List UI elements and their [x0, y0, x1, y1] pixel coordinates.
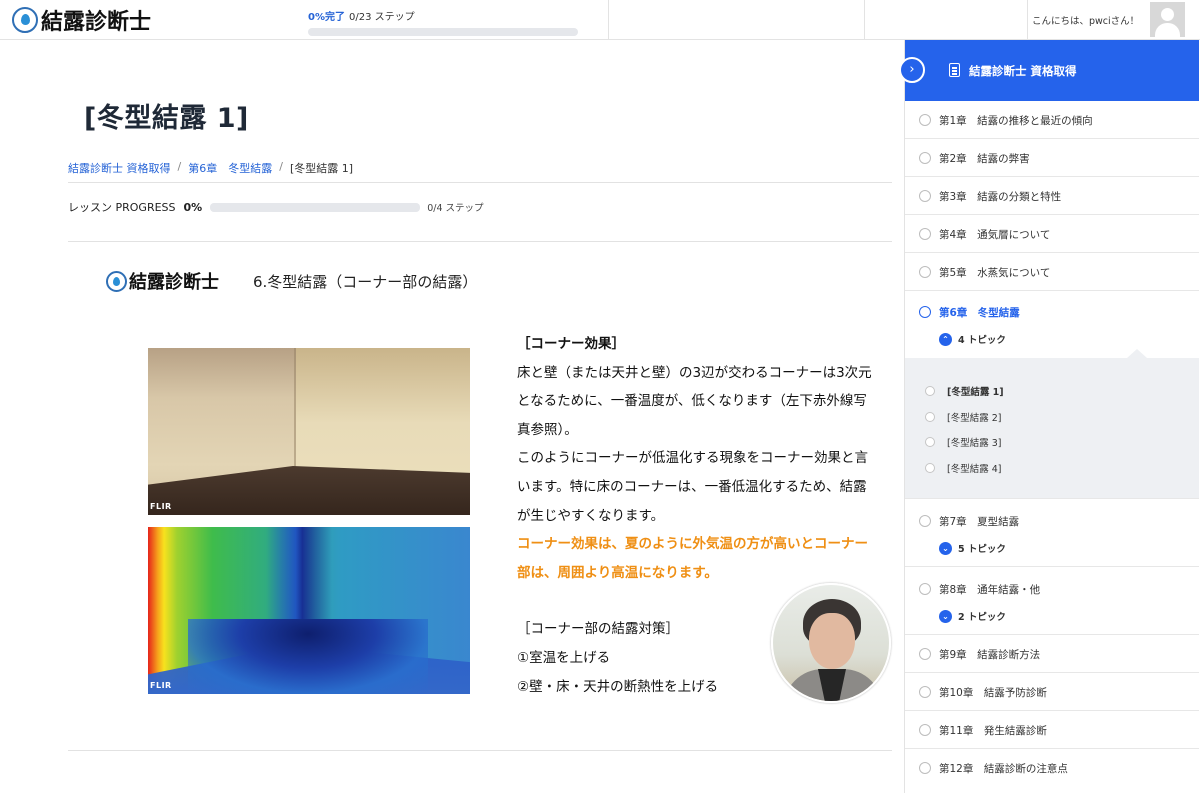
- chapter-status-circle-icon: [919, 152, 931, 164]
- divider: [68, 182, 892, 183]
- slide-paragraph: このようにコーナーが低温化する現象をコーナー効果と言います。特に床のコーナーは、…: [517, 450, 868, 524]
- chapter-status-circle-icon: [919, 724, 931, 736]
- lesson-progress: レッスン PROGRESS 0% 0/4 ステップ: [68, 199, 484, 215]
- sidebar-chapter-11[interactable]: 第11章 発生結露診断: [905, 711, 1199, 749]
- header-divider: [1027, 0, 1028, 40]
- breadcrumb-current: [冬型結露 1]: [289, 162, 354, 175]
- sidebar-header: › 結露診断士 資格取得: [899, 40, 1199, 101]
- sidebar-chapter-4[interactable]: 第4章 通気層について: [905, 215, 1199, 253]
- flir-watermark: FLIR: [150, 502, 172, 511]
- topic-status-circle-icon: [925, 437, 935, 447]
- user-greeting: こんにちは、pwciさん！: [1032, 16, 1140, 27]
- course-progress: 0%完了 0/23 ステップ: [308, 8, 580, 36]
- user-avatar[interactable]: [1150, 2, 1185, 37]
- sidebar-chapter-9[interactable]: 第9章 結露診断方法: [905, 635, 1199, 673]
- divider: [68, 750, 892, 751]
- presenter-video-bubble[interactable]: [771, 583, 891, 703]
- topic-list: [冬型結露 1] [冬型結露 2] [冬型結露 3] [冬型結露 4]: [905, 349, 1199, 498]
- divider: [68, 241, 892, 242]
- logo-text: 結露診断士: [41, 10, 152, 35]
- chapter-status-circle-icon: [919, 686, 931, 698]
- sidebar-chapter-12[interactable]: 第12章 結露診断の注意点: [905, 749, 1199, 787]
- sidebar-chapter-7[interactable]: 第7章 夏型結露 ⌄ 5 トピック: [905, 499, 1199, 567]
- topic-toggle-chapter-6[interactable]: ⌃ 4 トピック: [939, 332, 1006, 346]
- topic-status-circle-icon: [925, 412, 935, 422]
- user-silhouette-icon: [1161, 8, 1174, 21]
- lesson-progress-bar: [210, 202, 421, 212]
- topic-status-circle-icon: [925, 463, 935, 473]
- room-corner-photo: FLIR: [148, 348, 470, 515]
- sidebar-chapter-5[interactable]: 第5章 水蒸気について: [905, 253, 1199, 291]
- course-progress-percent: 0%完了: [308, 12, 345, 23]
- infrared-thermal-image: FLIR: [148, 527, 470, 694]
- header-divider: [864, 0, 865, 40]
- chapter-status-circle-icon: [919, 266, 931, 278]
- course-progress-steps: 0/23 ステップ: [348, 12, 415, 23]
- lesson-progress-steps: 0/4 ステップ: [427, 203, 484, 214]
- slide-highlight: コーナー効果は、夏のように外気温の方が高いとコーナー部は、周囲より高温になります…: [517, 536, 868, 581]
- topic-toggle-chapter-8[interactable]: ⌄ 2 トピック: [939, 609, 1006, 623]
- chapter-status-circle-icon: [919, 762, 931, 774]
- sidebar-chapter-1[interactable]: 第1章 結露の推移と最近の傾向: [905, 101, 1199, 139]
- course-progress-bar: [308, 28, 578, 36]
- breadcrumb-separator: /: [279, 160, 283, 173]
- sidebar-chapter-2[interactable]: 第2章 結露の弊害: [905, 139, 1199, 177]
- sidebar-chapter-3[interactable]: 第3章 結露の分類と特性: [905, 177, 1199, 215]
- chapter-status-circle-icon: [919, 228, 931, 240]
- chapter-status-circle-icon: [919, 306, 931, 318]
- site-logo[interactable]: 結露診断士: [12, 6, 152, 35]
- chapter-status-circle-icon: [919, 583, 931, 595]
- header-divider: [608, 0, 609, 40]
- topic-item-1[interactable]: [冬型結露 1]: [925, 384, 1004, 398]
- sidebar-toggle-button[interactable]: ›: [899, 57, 925, 83]
- chapter-status-circle-icon: [919, 648, 931, 660]
- chevron-up-icon: ⌃: [939, 332, 952, 346]
- slide-heading-corner-effect: ［コーナー効果］: [517, 336, 625, 352]
- sidebar-course-title[interactable]: 結露診断士 資格取得: [969, 63, 1077, 79]
- chapter-status-circle-icon: [919, 190, 931, 202]
- topic-status-circle-icon: [925, 386, 935, 396]
- water-drop-icon: [106, 270, 127, 292]
- sidebar-chapter-8[interactable]: 第8章 通年結露・他 ⌄ 2 トピック: [905, 567, 1199, 635]
- chapter-status-circle-icon: [919, 114, 931, 126]
- slide-paragraph: 床と壁（または天井と壁）の3辺が交わるコーナーは3次元となるために、一番温度が、…: [517, 364, 872, 438]
- top-header: 結露診断士 0%完了 0/23 ステップ こんにちは、pwciさん！: [0, 0, 1200, 40]
- slide-logo: 結露診断士: [106, 268, 219, 294]
- breadcrumb-chapter[interactable]: 第6章 冬型結露: [188, 160, 272, 176]
- breadcrumb-course[interactable]: 結露診断士 資格取得: [68, 160, 171, 176]
- breadcrumb: 結露診断士 資格取得 / 第6章 冬型結露 / [冬型結露 1]: [68, 160, 353, 176]
- topic-item-3[interactable]: [冬型結露 3]: [925, 435, 1001, 449]
- topic-toggle-chapter-7[interactable]: ⌄ 5 トピック: [939, 541, 1006, 555]
- lesson-progress-percent: 0%: [183, 200, 203, 214]
- slide-logo-text: 結露診断士: [129, 272, 219, 293]
- document-icon: [949, 63, 960, 77]
- slide-title: 6.冬型結露（コーナー部の結露）: [253, 273, 478, 291]
- topic-item-2[interactable]: [冬型結露 2]: [925, 410, 1001, 424]
- course-sidebar: › 結露診断士 資格取得 第1章 結露の推移と最近の傾向 第2章 結露の弊害 第…: [899, 40, 1199, 793]
- topic-item-4[interactable]: [冬型結露 4]: [925, 461, 1001, 475]
- breadcrumb-separator: /: [177, 160, 182, 173]
- lesson-progress-label: レッスン PROGRESS: [68, 201, 176, 214]
- chevron-right-icon: ›: [909, 62, 915, 77]
- page-title: [冬型結露 1]: [84, 103, 249, 134]
- chevron-down-icon: ⌄: [939, 609, 952, 623]
- sidebar-chapter-10[interactable]: 第10章 結露予防診断: [905, 673, 1199, 711]
- flir-watermark: FLIR: [150, 681, 172, 690]
- water-drop-icon: [12, 7, 38, 33]
- chevron-down-icon: ⌄: [939, 541, 952, 555]
- chapter-status-circle-icon: [919, 515, 931, 527]
